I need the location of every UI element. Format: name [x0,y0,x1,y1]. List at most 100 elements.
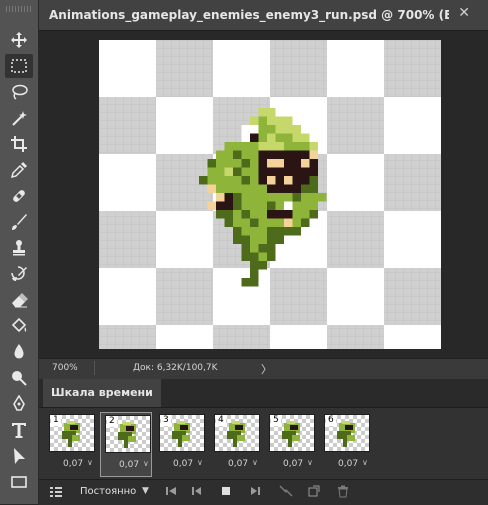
sprite-pixel [284,227,293,236]
sprite-pixel [275,167,284,176]
delete-frame-icon[interactable] [337,485,349,498]
sprite-pixel [250,133,259,142]
type-tool-icon[interactable] [5,418,33,442]
sprite-pixel [301,201,310,210]
sprite-pixel [241,176,250,185]
document-title: Animations_gameplay_enemies_enemy3_run.p… [49,8,449,22]
sprite-pixel [292,184,301,193]
previous-frame-icon[interactable] [191,485,203,497]
sprite-pixel [258,142,267,151]
sprite-pixel [301,150,310,159]
crop-tool-icon[interactable] [5,132,33,156]
animation-frame[interactable]: 1 0,07 ∨ [45,412,97,477]
sprite-pixel [233,235,242,244]
move-tool-icon[interactable] [5,28,33,52]
sprite-pixel [284,167,293,176]
sprite-pixel [318,193,327,202]
sprite-pixel [301,184,310,193]
frame-delay[interactable]: 0,07 [338,459,358,469]
lasso-tool-icon[interactable] [5,80,33,104]
pen-tool-icon[interactable] [5,392,33,416]
sprite-pixel [267,193,276,202]
sprite-pixel [292,125,301,134]
quick-select-tool-icon[interactable] [5,106,33,130]
path-selection-tool-icon[interactable] [5,444,33,468]
marquee-tool-icon[interactable] [5,54,33,78]
frame-number: 5 [271,415,281,426]
sprite-pixel [258,125,267,134]
frame-delay[interactable]: 0,07 [228,459,248,469]
duplicate-frame-icon[interactable] [307,485,321,497]
document-tab-bar: Animations_gameplay_enemies_enemy3_run.p… [39,0,488,31]
document-canvas[interactable] [99,40,441,349]
chevron-down-icon[interactable]: ∨ [197,458,203,467]
sprite-pixel [250,184,259,193]
frame-delay[interactable]: 0,07 [63,459,83,469]
sprite-pixel [199,176,208,185]
sprite-pixel [224,218,233,227]
document-tab[interactable]: Animations_gameplay_enemies_enemy3_run.p… [39,0,488,31]
sprite-pixel [250,269,259,278]
sprite-pixel [216,184,225,193]
eyedropper-tool-icon[interactable] [5,158,33,182]
dodge-tool-icon[interactable] [5,366,33,390]
chevron-down-icon[interactable]: ▼ [142,486,149,496]
sprite-pixel [224,193,233,202]
rectangle-tool-icon[interactable] [5,470,33,494]
zoom-level[interactable]: 700% [52,363,78,373]
sprite-pixel [233,142,242,151]
sprite-pixel [275,227,284,236]
frame-delay[interactable]: 0,07 [283,459,303,469]
loop-options-select[interactable]: Постоянно [80,486,136,497]
sprite-pixel [216,193,225,202]
toolbar-grip[interactable] [6,6,32,12]
sprite-pixel [275,210,284,219]
convert-timeline-icon[interactable] [49,485,63,499]
sprite-pixel [216,167,225,176]
eraser-tool-icon[interactable] [5,288,33,312]
frame-delay[interactable]: 0,07 [119,460,139,470]
clone-stamp-tool-icon[interactable] [5,236,33,260]
sprite-pixel [292,218,301,227]
sprite-pixel [292,159,301,168]
sprite-pixel [241,150,250,159]
status-menu-arrow[interactable]: 〉 [261,361,272,377]
sprite-pixel [275,218,284,227]
animation-frame[interactable]: 3 0,07 ∨ [155,412,207,477]
animation-frame[interactable]: 6 0,07 ∨ [320,412,372,477]
sprite-pixel [292,142,301,151]
animation-frame[interactable]: 4 0,07 ∨ [210,412,262,477]
sprite-pixel [224,159,233,168]
sprite-pixel [241,142,250,151]
chevron-down-icon[interactable]: ∨ [307,458,313,467]
chevron-down-icon[interactable]: ∨ [252,458,258,467]
sprite-pixel [233,201,242,210]
next-frame-icon[interactable] [249,485,261,497]
sprite-pixel [241,244,250,253]
sprite-pixel [250,142,259,151]
brush-tool-icon[interactable] [5,210,33,234]
history-brush-tool-icon[interactable] [5,262,33,286]
chevron-down-icon[interactable]: ∨ [87,458,93,467]
sprite-pixel [267,227,276,236]
sprite-pixel [267,125,276,134]
healing-brush-tool-icon[interactable] [5,184,33,208]
sprite-pixel [301,218,310,227]
chevron-down-icon[interactable]: ∨ [143,459,149,468]
timeline-tab[interactable]: Шкала времени [43,379,161,407]
frame-delay[interactable]: 0,07 [173,459,193,469]
stop-icon[interactable] [220,485,232,497]
sprite-pixel [258,193,267,202]
sprite-pixel [275,235,284,244]
chevron-down-icon[interactable]: ∨ [362,458,368,467]
animation-frame[interactable]: 5 0,07 ∨ [265,412,317,477]
sprite-pixel [309,201,318,210]
first-frame-icon[interactable] [165,485,177,497]
sprite-pixel [224,167,233,176]
blur-tool-icon[interactable] [5,340,33,364]
paint-bucket-tool-icon[interactable] [5,314,33,338]
sprite-pixel [233,150,242,159]
close-icon[interactable]: ✕ [458,5,470,21]
tween-icon[interactable] [279,485,293,497]
animation-frame[interactable]: 2 0,07 ∨ [100,412,152,477]
